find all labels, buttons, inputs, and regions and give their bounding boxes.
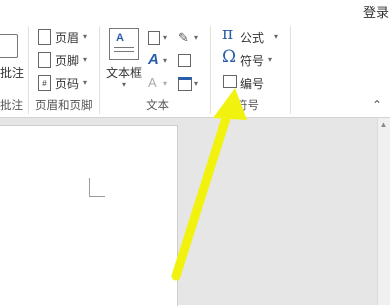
- annotation-arrow: [171, 88, 247, 281]
- annotation-arrow-shaft: [171, 107, 233, 281]
- annotation-arrow-head: [213, 88, 247, 120]
